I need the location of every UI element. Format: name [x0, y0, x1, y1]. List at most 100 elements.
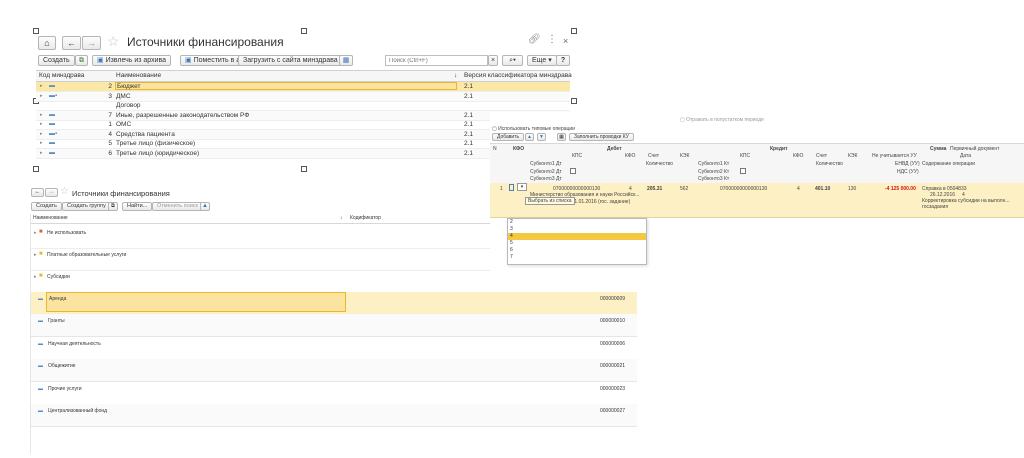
dropdown-option[interactable]: 4 — [508, 233, 646, 240]
entry-kfo-input[interactable]: ▾ — [517, 183, 527, 191]
create-button[interactable]: Создать — [38, 55, 75, 66]
table-row[interactable]: Договор — [36, 101, 570, 111]
resize-handle[interactable] — [571, 98, 577, 104]
list-settings-button[interactable]: ▦ — [339, 55, 353, 66]
expand-arrow-icon[interactable]: ▸ — [40, 120, 43, 129]
bottom-find-button[interactable]: Найти... — [122, 202, 153, 211]
resize-handle[interactable] — [301, 166, 307, 172]
col-kfo-dt: КФО — [625, 153, 636, 159]
col-qty-dt: Количество — [646, 161, 673, 167]
home-button[interactable]: ⌂ — [38, 36, 56, 50]
column-header-name[interactable]: Наименование — [116, 71, 161, 81]
resize-handle[interactable] — [301, 28, 307, 34]
row-version: 2.1 — [464, 92, 474, 100]
load-from-site-button[interactable]: Загрузить с сайта минздрава — [238, 55, 343, 66]
item-name: Научная деятельность — [48, 340, 101, 347]
list-item[interactable]: ▬ Гранты 000000010 — [30, 314, 637, 338]
item-code: 000000027 — [600, 408, 626, 414]
back-button[interactable]: ← — [62, 36, 81, 50]
column-header-code[interactable]: Код минздрава — [39, 71, 84, 81]
fill-entries-button[interactable]: Заполнить проводки КУ — [569, 133, 634, 141]
close-icon[interactable]: × — [563, 36, 568, 46]
bottom-col-code[interactable]: Кодификатор — [350, 214, 381, 223]
bottom-create-button[interactable]: Создать — [31, 202, 62, 211]
dropdown-option[interactable]: 6 — [508, 247, 646, 254]
table-row[interactable]: ▸ ▬▪ 3 ДМС 2.1 — [36, 91, 570, 102]
expand-arrow-icon[interactable]: ▸ — [40, 139, 43, 148]
clear-search-button[interactable]: × — [488, 55, 498, 66]
row-code: 4 — [108, 130, 112, 138]
dropdown-option[interactable]: 5 — [508, 240, 646, 247]
resize-handle[interactable] — [33, 28, 39, 34]
copy-button[interactable]: ⧉ — [75, 55, 88, 66]
forward-button[interactable]: → — [82, 36, 101, 50]
move-up-button[interactable]: ▲ — [525, 133, 534, 141]
group-row[interactable]: ▸ ■ Платные образовательные услуги — [30, 248, 490, 271]
group-row[interactable]: ▸ ■ Субсидии — [30, 270, 490, 293]
expand-arrow-icon[interactable]: ▸ — [40, 82, 43, 91]
expand-arrow-icon[interactable]: ▸ — [34, 274, 37, 280]
expand-arrow-icon[interactable]: ▸ — [40, 149, 43, 158]
checkbox-typical-ops[interactable]: ▢ Использовать типовые операции — [492, 126, 575, 132]
sub2-dt-checkbox[interactable] — [570, 168, 576, 174]
settings-grid-button[interactable]: ▦ — [557, 133, 566, 141]
bottom-back-button[interactable]: ← — [31, 188, 44, 197]
bottom-copy-button[interactable]: ⧉ — [108, 202, 118, 211]
extract-from-archive-button[interactable]: ▣ Извлечь из архива — [92, 55, 172, 66]
sub2-kt-checkbox[interactable] — [740, 168, 746, 174]
checkbox-half-period-label: Отражать в полустатком периоде — [686, 117, 764, 123]
more-actions-button[interactable]: Еще ▾ — [527, 55, 557, 66]
col-kfo: КФО — [513, 146, 525, 152]
move-down-button[interactable]: ▼ — [537, 133, 546, 141]
item-icon: ▬ — [38, 385, 43, 392]
entry-kek-kt: 130 — [848, 186, 857, 192]
checkbox-half-period[interactable]: ▢ Отражать в полустатком периоде — [680, 117, 764, 123]
expand-arrow-icon[interactable]: ▸ — [34, 252, 37, 258]
search-button[interactable]: ⌕▾ — [502, 55, 523, 66]
expand-arrow-icon[interactable]: ▸ — [40, 111, 43, 120]
bottom-col-name[interactable]: Наименование — [33, 214, 68, 223]
bottom-create-group-button[interactable]: Создать группу — [62, 202, 111, 211]
favorite-star-icon[interactable]: ☆ — [107, 33, 120, 50]
col-sub3-dt: Субконто3 Дт — [530, 176, 562, 182]
row-name: Средства пациента — [116, 130, 175, 138]
bottom-favorite-star-icon[interactable]: ☆ — [60, 186, 69, 197]
col-kps-kt: КПС — [740, 153, 751, 159]
list-item[interactable]: ▬ Прочие услуги 000000023 — [30, 382, 637, 405]
bottom-up-level-button[interactable]: ▲ — [200, 202, 210, 211]
item-icon: ▬ — [49, 140, 55, 146]
group-row[interactable]: ▸ ■ Не использовать — [30, 226, 490, 249]
search-input[interactable] — [385, 55, 488, 66]
help-button[interactable]: ? — [556, 55, 570, 66]
list-item[interactable]: ▬ Общежитие 000000021 — [30, 359, 637, 383]
table-header: Код минздрава Наименование ↓ Версия клас… — [36, 70, 572, 82]
bottom-forward-button[interactable]: → — [45, 188, 58, 197]
col-n: N — [493, 146, 497, 152]
dropdown-option[interactable]: 7 — [508, 254, 646, 261]
item-icon: ▬ — [38, 296, 43, 302]
item-icon: ▬ — [38, 408, 43, 414]
row-name: ОМС — [116, 121, 132, 128]
expand-arrow-icon[interactable]: ▸ — [40, 130, 43, 139]
table-row[interactable]: ▸ ▬ 2 Бюджет 2.1 — [36, 82, 570, 92]
expand-arrow-icon[interactable]: ▸ — [40, 92, 43, 101]
dropdown-option[interactable]: 2 — [508, 219, 646, 226]
bottom-cancel-search-button[interactable]: Отменить поиск — [152, 202, 203, 211]
item-name: Централизованный фонд — [48, 408, 108, 414]
expand-arrow-icon[interactable]: ▸ — [34, 230, 37, 236]
item-code: 000000009 — [600, 296, 626, 302]
resize-handle[interactable] — [571, 28, 577, 34]
list-item[interactable]: ▬ Централизованный фонд 000000027 — [30, 404, 637, 427]
column-header-version[interactable]: Версия классификатора минздрава — [464, 71, 572, 81]
add-entry-button[interactable]: Добавить — [492, 133, 525, 141]
sort-indicator-icon: ↓ — [454, 72, 458, 79]
list-item[interactable]: ▬ Аренда 000000009 — [30, 292, 637, 315]
select-from-list-tooltip[interactable]: Выбрать из списка — [525, 197, 575, 205]
link-icon[interactable]: 🔗︎ — [528, 34, 541, 45]
folder-icon: ■ — [39, 273, 43, 279]
list-item[interactable]: ▬ Научная деятельность 000000006 — [30, 337, 637, 360]
dropdown-option[interactable]: 3 — [508, 226, 646, 233]
resize-handle[interactable] — [33, 166, 39, 172]
more-icon[interactable]: ⋮ — [547, 34, 557, 45]
entry-kps-kt: 07000000000000130 — [720, 186, 768, 192]
